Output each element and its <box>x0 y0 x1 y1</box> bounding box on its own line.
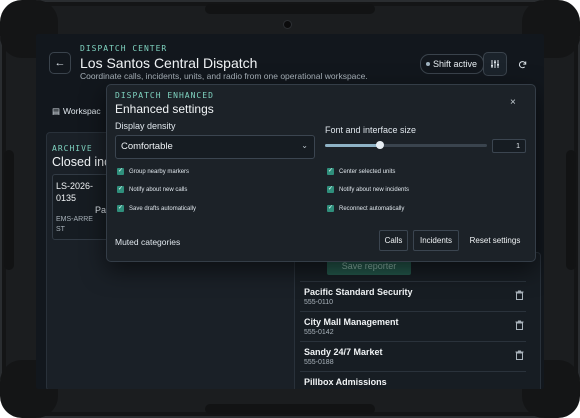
slider-fill <box>325 144 381 147</box>
font-size-label: Font and interface size <box>325 125 417 135</box>
checkbox-label: Center selected units <box>339 168 396 175</box>
chevron-down-icon: ⌄ <box>301 141 308 150</box>
reporter-phone: 555-0142 <box>304 329 334 336</box>
check-icon: ✓ <box>327 205 334 212</box>
reporter-name: City Mall Management <box>304 317 399 327</box>
list-item[interactable]: Sandy 24/7 Market 555-0188 <box>300 341 526 370</box>
document-icon: ▤ <box>52 106 61 116</box>
list-item[interactable]: Pillbox Admissions <box>300 371 526 389</box>
arrow-left-icon: ← <box>54 57 66 69</box>
archive-eyebrow: ARCHIVE <box>52 144 93 153</box>
camera <box>284 21 291 28</box>
checkbox-save-drafts[interactable]: ✓ Save drafts automatically <box>117 205 196 212</box>
settings-button[interactable] <box>483 52 507 76</box>
tablet-bumper <box>4 150 14 270</box>
reporter-name: Sandy 24/7 Market <box>304 347 383 357</box>
checkbox-center-units[interactable]: ✓ Center selected units <box>327 168 395 175</box>
checkbox-label: Group nearby markers <box>129 168 190 175</box>
archive-title: Closed inc <box>52 155 111 169</box>
checkbox-label: Notify about new incidents <box>339 186 410 193</box>
check-icon: ✓ <box>327 186 334 193</box>
check-icon: ✓ <box>117 186 124 193</box>
back-button[interactable]: ← <box>49 52 71 74</box>
incident-text: Pa <box>95 205 107 215</box>
trash-icon[interactable] <box>515 350 524 360</box>
dispatch-screen: ← DISPATCH CENTER Los Santos Central Dis… <box>36 34 544 389</box>
incident-status: EMS-ARREST <box>56 216 93 233</box>
page-subtitle: Coordinate calls, incidents, units, and … <box>80 71 368 81</box>
reporter-name: Pillbox Admissions <box>304 377 387 387</box>
density-label: Display density <box>115 121 176 131</box>
page-title: Los Santos Central Dispatch <box>80 55 258 71</box>
mute-calls-button[interactable]: Calls <box>379 230 408 251</box>
font-size-slider[interactable] <box>325 141 487 149</box>
mute-incidents-button[interactable]: Incidents <box>413 230 459 251</box>
trash-icon[interactable] <box>515 290 524 300</box>
header-eyebrow: DISPATCH CENTER <box>80 44 168 53</box>
checkbox-label: Reconnect automatically <box>339 205 405 212</box>
list-item[interactable]: Pacific Standard Security 555-0110 <box>300 281 526 310</box>
modal-title: Enhanced settings <box>115 102 214 116</box>
muted-categories-label: Muted categories <box>115 237 181 247</box>
checkbox-label: Save drafts automatically <box>129 205 197 212</box>
tablet-bumper <box>205 404 375 414</box>
tablet-bumper <box>205 4 375 14</box>
refresh-icon <box>518 60 526 68</box>
slider-thumb[interactable] <box>376 141 385 149</box>
tab-workspace-label: Workspac <box>63 106 101 116</box>
sliders-icon <box>491 60 499 68</box>
tablet-frame: ← DISPATCH CENTER Los Santos Central Dis… <box>0 0 580 418</box>
checkbox-reconnect[interactable]: ✓ Reconnect automatically <box>327 205 404 212</box>
font-size-input[interactable]: 1 <box>492 139 526 153</box>
refresh-button[interactable] <box>510 52 534 76</box>
shift-label: Shift active <box>433 59 478 69</box>
trash-icon[interactable] <box>515 320 524 330</box>
modal-eyebrow: DISPATCH ENHANCED <box>115 91 214 100</box>
close-icon[interactable]: × <box>510 97 516 108</box>
tablet-bumper <box>566 150 576 270</box>
checkbox-notify-calls[interactable]: ✓ Notify about new calls <box>117 186 187 193</box>
list-item[interactable]: City Mall Management 555-0142 <box>300 311 526 340</box>
reporter-phone: 555-0188 <box>304 359 334 366</box>
checkbox-group-markers[interactable]: ✓ Group nearby markers <box>117 168 189 175</box>
density-select[interactable]: Comfortable ⌄ <box>115 135 315 159</box>
tab-workspace[interactable]: ▤ Workspac <box>52 106 101 117</box>
reporter-name: Pacific Standard Security <box>304 287 413 297</box>
shift-status-toggle[interactable]: Shift active <box>420 54 485 74</box>
reset-settings-button[interactable]: Reset settings <box>465 230 525 251</box>
check-icon: ✓ <box>327 168 334 175</box>
settings-modal: DISPATCH ENHANCED Enhanced settings × Di… <box>106 84 536 262</box>
status-dot-icon <box>426 62 430 66</box>
check-icon: ✓ <box>117 168 124 175</box>
density-value: Comfortable <box>121 141 173 152</box>
checkbox-notify-incidents[interactable]: ✓ Notify about new incidents <box>327 186 409 193</box>
checkbox-label: Notify about new calls <box>129 186 188 193</box>
incident-id: LS-2026-0135 <box>56 181 94 203</box>
reporter-phone: 555-0110 <box>304 299 334 306</box>
check-icon: ✓ <box>117 205 124 212</box>
